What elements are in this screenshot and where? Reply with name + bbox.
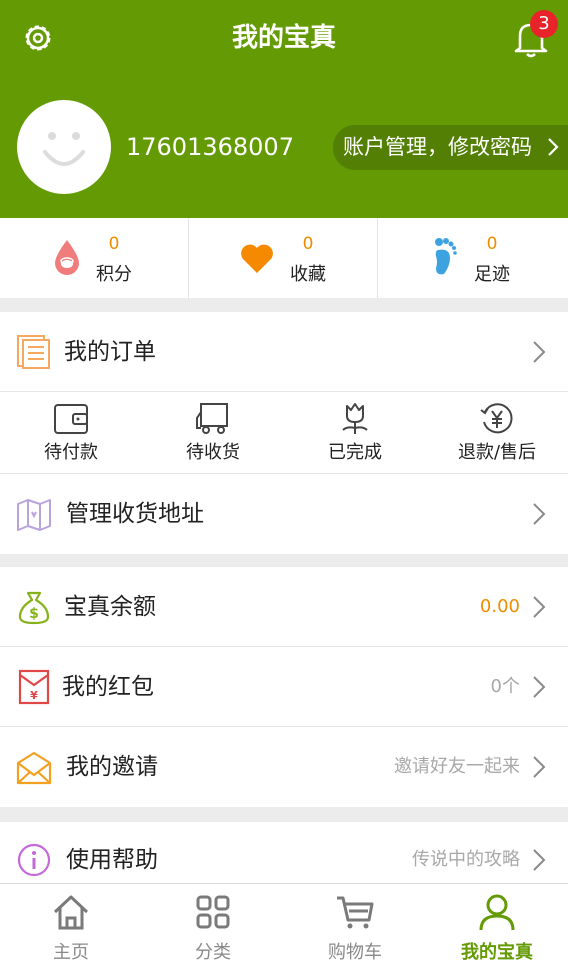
address-label: 管理收货地址 [66,501,204,527]
stat-footprint-label: 足迹 [474,264,510,285]
user-icon [479,894,515,931]
points-drop-icon [55,240,79,275]
tab-home[interactable]: 主页 [0,884,142,969]
my-orders-row[interactable]: 我的订单 [0,312,568,392]
info-icon [17,843,51,877]
stat-points[interactable]: 0 积分 [0,218,189,298]
wallet-icon [54,404,88,434]
cart-icon [337,896,374,929]
order-status-completed[interactable]: 已完成 [284,392,426,474]
tab-label: 我的宝真 [461,942,533,963]
chevron-right-icon [533,676,546,698]
finance-card: $ 宝真余额 0.00 ¥ 我的红包 0个 我的邀请 邀请好友一起来 [0,567,568,807]
refund-yen-icon [480,403,513,434]
balance-label: 宝真余额 [64,594,156,620]
balance-value: 0.00 [479,596,520,617]
tab-label: 主页 [53,942,89,963]
help-row[interactable]: 使用帮助 传说中的攻略 [0,822,568,883]
tab-cart[interactable]: 购物车 [284,884,426,969]
avatar[interactable] [17,100,111,194]
invite-row[interactable]: 我的邀请 邀请好友一起来 [0,727,568,807]
stat-favorites-label: 收藏 [290,264,326,285]
chevron-right-icon [533,756,546,778]
stat-favorites[interactable]: 0 收藏 [189,218,378,298]
money-bag-icon: $ [18,591,50,625]
chevron-right-icon [533,596,546,618]
chevron-right-icon [533,341,546,363]
balance-row[interactable]: $ 宝真余额 0.00 [0,567,568,647]
order-status-label: 待收货 [186,442,240,463]
invite-value: 邀请好友一起来 [394,756,520,777]
invite-label: 我的邀请 [66,754,158,780]
flower-icon [342,403,368,434]
account-manage-link[interactable]: 账户管理，修改密码 [333,125,568,170]
order-status-pending-receipt[interactable]: 待收货 [142,392,284,474]
tab-label: 分类 [195,942,231,963]
grid-icon [196,895,230,929]
stat-points-label: 积分 [96,264,132,285]
stats-bar: 0 积分 0 收藏 0 足迹 [0,218,568,298]
red-packet-row[interactable]: ¥ 我的红包 0个 [0,647,568,727]
order-status-label: 已完成 [328,442,382,463]
bottom-tab-bar: 主页 分类 购物车 我的宝真 [0,883,568,969]
chevron-right-icon [533,849,546,871]
account-manage-label: 账户管理，修改密码 [343,135,532,159]
help-label: 使用帮助 [66,847,158,873]
heart-icon [241,244,273,273]
truck-icon [196,403,228,434]
help-card: 使用帮助 传说中的攻略 [0,822,568,883]
smiley-face-icon [43,132,85,166]
stat-points-value: 0 [108,234,120,254]
order-document-icon [17,335,50,369]
address-row[interactable]: 管理收货地址 [0,474,568,554]
stat-footprint-value: 0 [486,234,498,254]
order-status-pending-payment[interactable]: 待付款 [0,392,142,474]
order-status-label: 退款/售后 [457,442,537,463]
order-status-bar: 待付款 待收货 已完成 退款/售后 [0,392,568,474]
chevron-right-icon [533,503,546,525]
my-orders-label: 我的订单 [64,339,156,365]
tab-label: 购物车 [328,942,382,963]
help-value: 传说中的攻略 [412,849,520,870]
page-title: 我的宝真 [231,23,336,53]
svg-text:¥: ¥ [30,689,38,702]
red-packet-label: 我的红包 [62,674,154,700]
envelope-icon [16,751,52,785]
order-status-label: 待付款 [44,442,98,463]
chevron-right-icon [548,138,559,156]
red-packet-value: 0个 [490,676,520,697]
profile-header: 我的宝真 3 17601368007 账户管理，修改密码 [0,0,568,218]
stat-footprint[interactable]: 0 足迹 [378,218,568,298]
orders-card: 我的订单 待付款 待收货 已完成 退款/售后 管理收货地址 [0,312,568,554]
tab-my-baozhen[interactable]: 我的宝真 [426,884,568,969]
footprint-icon [435,238,457,275]
order-status-refund[interactable]: 退款/售后 [426,392,568,474]
notification-badge: 3 [530,10,558,38]
stat-favorites-value: 0 [302,234,314,254]
map-icon [17,499,51,531]
user-phone: 17601368007 [126,133,294,161]
svg-text:$: $ [29,606,39,622]
home-icon [53,895,89,930]
red-packet-icon: ¥ [18,669,50,705]
tab-category[interactable]: 分类 [142,884,284,969]
